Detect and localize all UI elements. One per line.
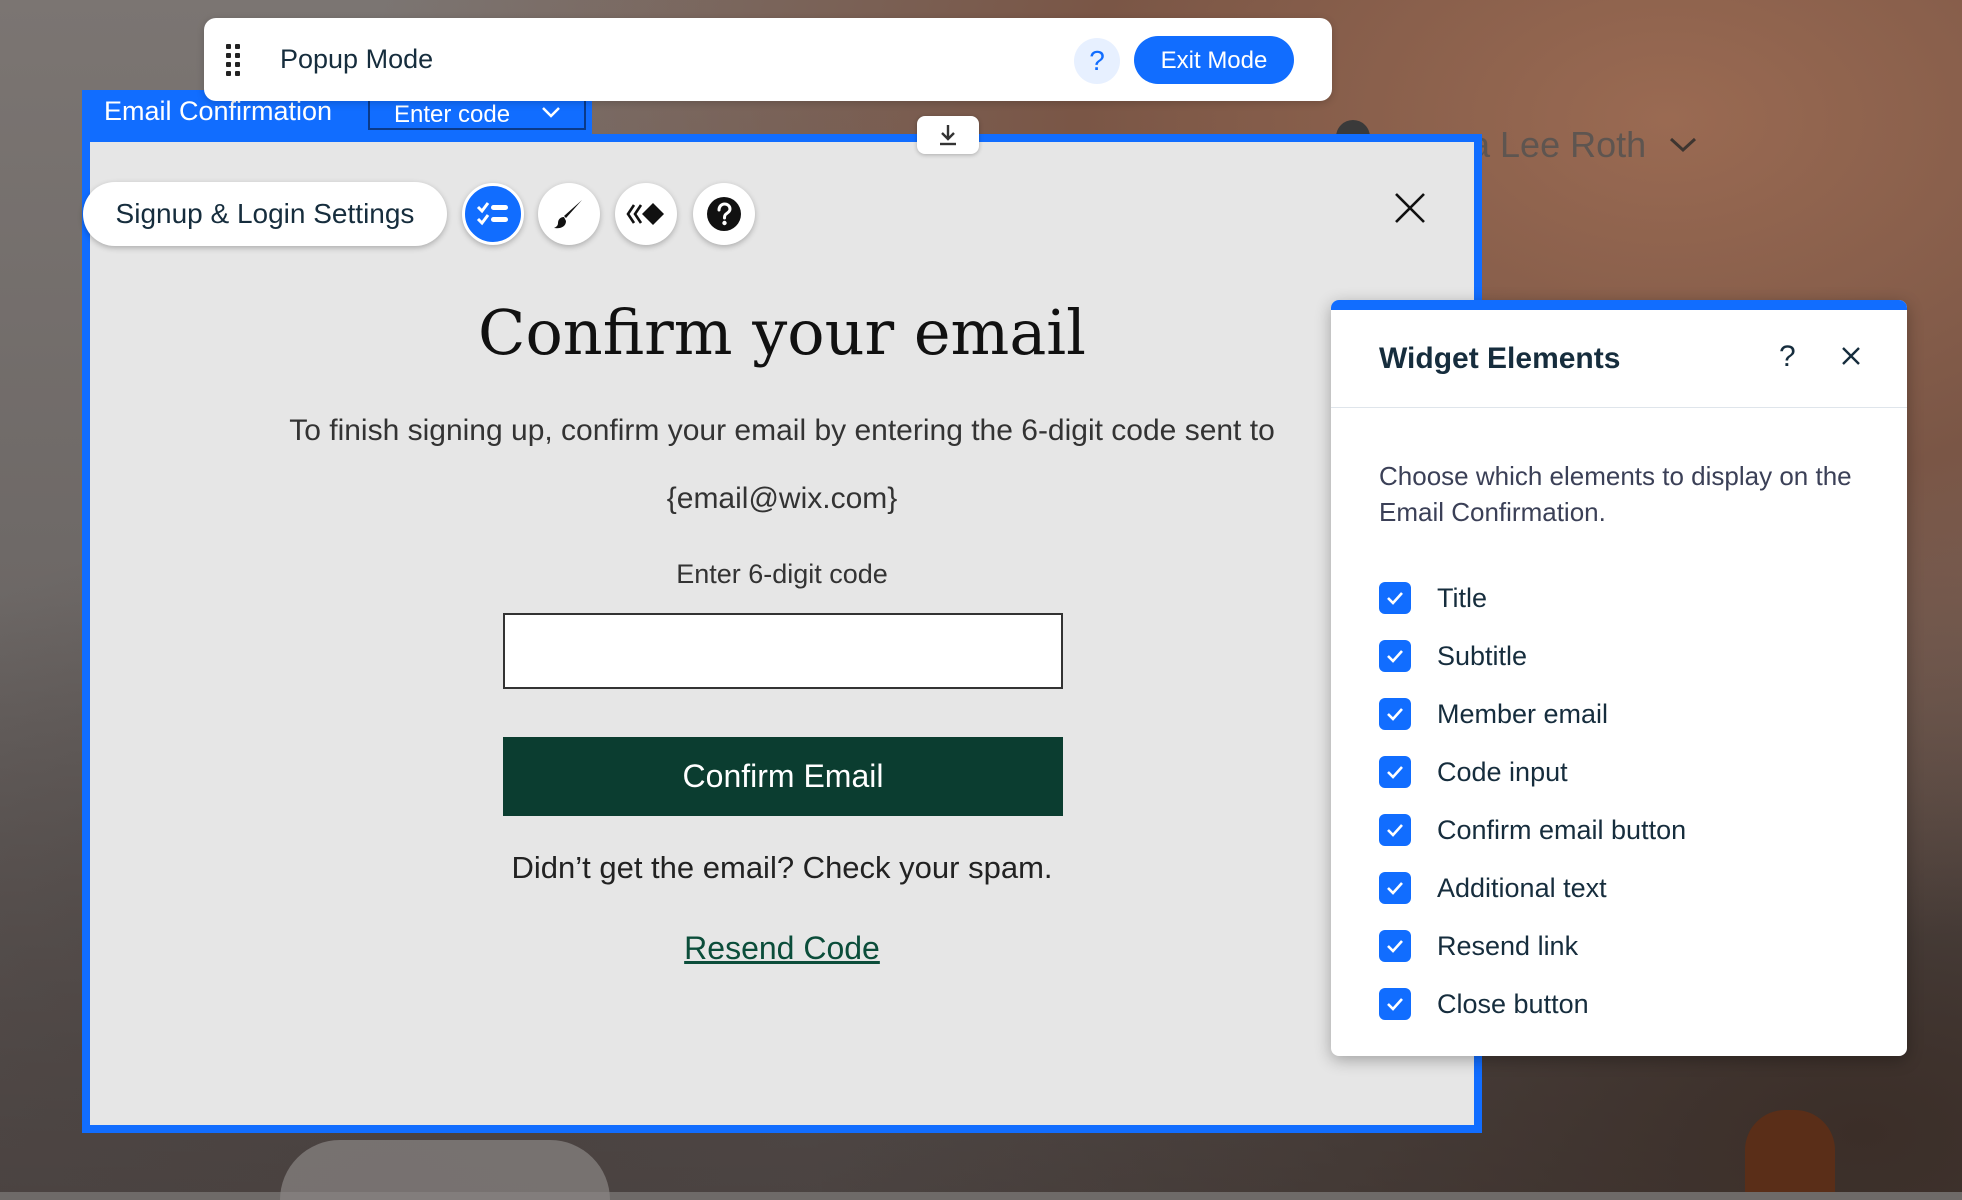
panel-help-button[interactable]: ? [1779,340,1796,374]
checkbox[interactable] [1379,930,1411,962]
code-input-label: Enter 6-digit code [676,559,888,589]
checkbox[interactable] [1379,640,1411,672]
checkbox[interactable] [1379,872,1411,904]
confirm-email-button[interactable]: Confirm Email [503,737,1063,816]
checkbox-label: Close button [1437,989,1589,1019]
popup-close-button[interactable] [1390,188,1430,228]
signup-login-settings-button[interactable]: Signup & Login Settings [83,182,447,246]
checkbox[interactable] [1379,988,1411,1020]
checkmark-icon [1387,824,1403,837]
checkmark-icon [1387,882,1403,895]
additional-text: Didn’t get the email? Check your spam. [511,850,1053,885]
checkmark-icon [1387,592,1403,605]
exit-mode-button[interactable]: Exit Mode [1134,36,1294,84]
state-dropdown-value: Enter code [394,101,511,128]
checkbox-label: Title [1437,583,1488,613]
popup-mode-title: Popup Mode [280,44,434,74]
popup-mode-bar: Popup Mode ? Exit Mode [204,18,1332,101]
resend-code-link[interactable]: Resend Code [82,930,1482,967]
checkmark-icon [1387,766,1403,779]
checkbox[interactable] [1379,582,1411,614]
checkmark-icon [1387,940,1403,953]
download-tab[interactable] [917,116,979,154]
elements-icon [476,202,508,226]
checkbox[interactable] [1379,756,1411,788]
member-email: {email@wix.com} [666,482,898,515]
state-dropdown[interactable]: Enter code [368,96,586,130]
panel-title: Widget Elements [1379,342,1621,375]
panel-description: Choose which elements to display on the … [1379,461,1852,527]
popup-subtitle: To finish signing up, confirm your email… [289,414,1275,447]
chevron-down-icon [540,98,562,134]
animation-button[interactable] [615,183,677,245]
checkmark-icon [1387,708,1403,721]
design-brush-icon [554,200,582,229]
checkbox-label: Code input [1437,757,1568,787]
help-button[interactable] [693,183,755,245]
checkmark-icon [1387,998,1403,1011]
widget-elements-panel: Widget Elements ? Choose which elements … [1331,300,1907,1056]
chevron-down-icon [1668,130,1698,162]
checkmark-icon [1387,650,1403,663]
drag-handle-icon[interactable] [226,44,242,76]
checkbox[interactable] [1379,814,1411,846]
background-horse [280,1140,610,1200]
elements-button[interactable] [462,183,524,245]
checkbox-label: Additional text [1437,873,1607,903]
checkbox[interactable] [1379,698,1411,730]
popup-title: Confirm your email [478,296,1086,369]
close-icon [1395,193,1425,223]
panel-divider [1331,407,1907,408]
download-icon [940,125,956,146]
popup-mode-help-button[interactable]: ? [1074,38,1120,84]
panel-accent-bar [1331,300,1907,310]
checkbox-label: Resend link [1437,931,1579,961]
checkbox-label: Member email [1437,699,1609,729]
help-icon [707,197,741,231]
checkbox-label: Confirm email button [1437,815,1687,845]
code-input[interactable] [503,613,1063,689]
member-name: a Lee Roth [1470,124,1647,165]
background-horse [1745,1110,1835,1192]
panel-close-button[interactable] [1839,344,1863,368]
checkbox-label: Subtitle [1437,641,1528,671]
design-button[interactable] [538,183,600,245]
animation-icon [626,203,664,225]
close-icon [1842,347,1860,365]
